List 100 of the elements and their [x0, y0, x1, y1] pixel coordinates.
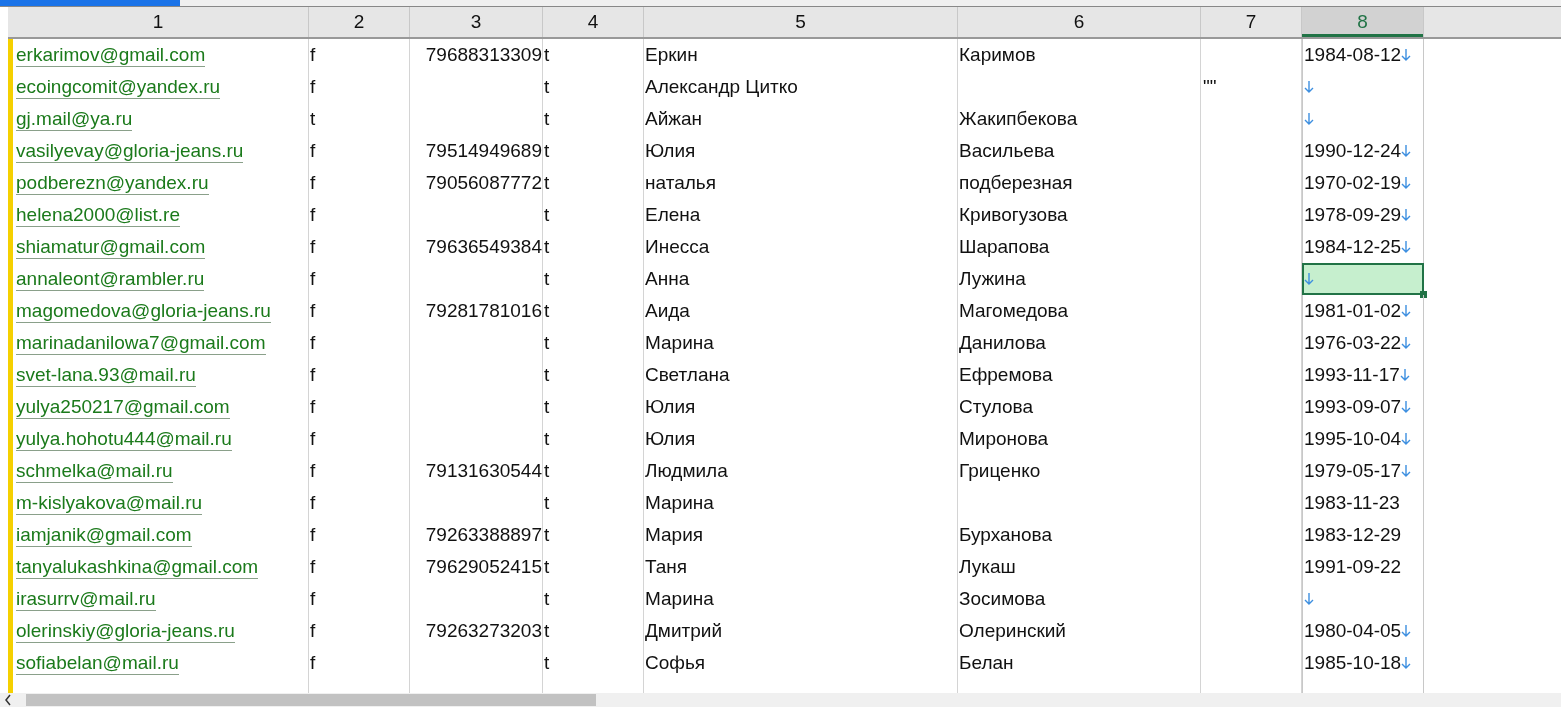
table-cell: t — [544, 268, 550, 290]
table-cell: Васильева — [959, 140, 1055, 162]
table-cell: Александр Цитко — [645, 76, 798, 98]
date-cell[interactable] — [1302, 71, 1424, 103]
table-cell: 79514949689 — [425, 140, 542, 162]
table-cell: f — [310, 396, 316, 418]
email-link[interactable]: irasurrv@mail.ru — [16, 587, 156, 611]
email-link[interactable]: helena2000@list.re — [16, 203, 180, 227]
table-cell: 79263388897 — [425, 524, 542, 546]
table-cell: 79629052415 — [425, 556, 542, 578]
table-cell: 79056087772 — [425, 172, 542, 194]
table-cell: Жакипбекова — [959, 108, 1078, 130]
date-cell[interactable]: 1990-12-24 — [1302, 135, 1424, 167]
email-link[interactable]: marinadanilowa7@gmail.com — [16, 331, 266, 355]
column-header[interactable]: 8 — [1302, 7, 1424, 37]
table-cell: "" — [1203, 76, 1217, 98]
line-break-arrow-icon — [1401, 336, 1412, 350]
email-link[interactable]: magomedova@gloria-jeans.ru — [16, 299, 271, 323]
table-cell: Анна — [645, 268, 690, 290]
email-link[interactable]: sofiabelan@mail.ru — [16, 651, 179, 675]
date-cell[interactable]: 1976-03-22 — [1302, 327, 1424, 359]
date-cell[interactable]: 1970-02-19 — [1302, 167, 1424, 199]
date-cell[interactable] — [1302, 583, 1424, 615]
email-link[interactable]: m-kislyakova@mail.ru — [16, 491, 203, 515]
line-break-arrow-icon — [1304, 80, 1314, 94]
line-break-arrow-icon — [1401, 176, 1412, 190]
email-link[interactable]: yulya.hohotu444@mail.ru — [16, 427, 232, 451]
date-cell[interactable]: 1979-05-17 — [1302, 455, 1424, 487]
table-cell: t — [544, 588, 550, 610]
date-cell[interactable]: 1991-09-22 — [1302, 551, 1424, 583]
table-cell: f — [310, 332, 316, 354]
table-cell: Данилова — [959, 332, 1046, 354]
table-cell: подберезная — [959, 172, 1073, 194]
email-link[interactable]: podberezn@yandex.ru — [16, 171, 209, 195]
table-cell: Таня — [645, 556, 688, 578]
table-cell: f — [310, 588, 316, 610]
column-header[interactable]: 5 — [644, 7, 958, 37]
table-cell: Кривогузова — [959, 204, 1068, 226]
column-header[interactable]: 2 — [309, 7, 410, 37]
table-cell: 1984-12-25 — [1304, 236, 1402, 258]
scroll-left-icon[interactable] — [4, 694, 12, 706]
table-cell: f — [310, 492, 316, 514]
fill-handle[interactable] — [1420, 291, 1427, 298]
table-cell: t — [544, 204, 550, 226]
date-cell[interactable]: 1985-10-18 — [1302, 647, 1424, 679]
table-cell: 1993-11-17 — [1304, 364, 1400, 386]
table-cell: t — [544, 300, 550, 322]
table-cell: f — [310, 428, 316, 450]
email-link[interactable]: schmelka@mail.ru — [16, 459, 173, 483]
table-cell: f — [310, 268, 316, 290]
email-link[interactable]: gj.mail@ya.ru — [16, 107, 133, 131]
email-link[interactable]: svet-lana.93@mail.ru — [16, 363, 196, 387]
date-cell[interactable]: 1981-01-02 — [1302, 295, 1424, 327]
date-cell[interactable]: 1993-11-17 — [1302, 359, 1424, 391]
table-cell: t — [544, 44, 550, 66]
table-cell: t — [544, 652, 550, 674]
column-header[interactable]: 1 — [8, 7, 309, 37]
line-break-arrow-icon — [1401, 400, 1412, 414]
date-cell[interactable]: 1978-09-29 — [1302, 199, 1424, 231]
line-break-arrow-icon — [1304, 592, 1314, 606]
table-cell: 1991-09-22 — [1304, 556, 1402, 578]
date-cell[interactable]: 1983-12-29 — [1302, 519, 1424, 551]
email-link[interactable]: tanyalukashkina@gmail.com — [16, 555, 259, 579]
selected-cell[interactable] — [1302, 263, 1424, 295]
date-cell[interactable]: 1993-09-07 — [1302, 391, 1424, 423]
email-link[interactable]: shiamatur@gmail.com — [16, 235, 206, 259]
table-cell: f — [310, 620, 316, 642]
table-cell: 1995-10-04 — [1304, 428, 1402, 450]
table-cell: 1985-10-18 — [1304, 652, 1402, 674]
date-cell[interactable]: 1995-10-04 — [1302, 423, 1424, 455]
email-link[interactable]: annaleont@rambler.ru — [16, 267, 205, 291]
email-link[interactable]: vasilyevay@gloria-jeans.ru — [16, 139, 244, 163]
table-cell: Аида — [645, 300, 690, 322]
date-cell[interactable]: 1980-04-05 — [1302, 615, 1424, 647]
table-cell: Еркин — [645, 44, 698, 66]
table-cell: Шарапова — [959, 236, 1050, 258]
table-cell: t — [544, 428, 550, 450]
scrollbar-thumb[interactable] — [26, 694, 596, 706]
table-cell: Светлана — [645, 364, 730, 386]
column-header[interactable]: 3 — [410, 7, 543, 37]
email-link[interactable]: yulya250217@gmail.com — [16, 395, 230, 419]
table-cell: f — [310, 44, 316, 66]
email-link[interactable]: olerinskiy@gloria-jeans.ru — [16, 619, 235, 643]
date-cell[interactable] — [1302, 103, 1424, 135]
column-header[interactable]: 4 — [543, 7, 644, 37]
column-header[interactable]: 6 — [958, 7, 1201, 37]
line-break-arrow-icon — [1401, 48, 1412, 62]
email-link[interactable]: erkarimov@gmail.com — [16, 43, 206, 67]
table-cell: 1976-03-22 — [1304, 332, 1402, 354]
table-cell: t — [544, 524, 550, 546]
table-cell: f — [310, 556, 316, 578]
table-cell: Марина — [645, 492, 714, 514]
table-cell: 1983-12-29 — [1304, 524, 1402, 546]
date-cell[interactable]: 1983-11-23 — [1302, 487, 1424, 519]
table-cell: Гриценко — [959, 460, 1041, 482]
email-link[interactable]: ecoingcomit@yandex.ru — [16, 75, 221, 99]
table-cell: t — [544, 620, 550, 642]
date-cell[interactable]: 1984-08-12 — [1302, 39, 1424, 71]
email-link[interactable]: iamjanik@gmail.com — [16, 523, 192, 547]
table-cell: t — [544, 108, 550, 130]
